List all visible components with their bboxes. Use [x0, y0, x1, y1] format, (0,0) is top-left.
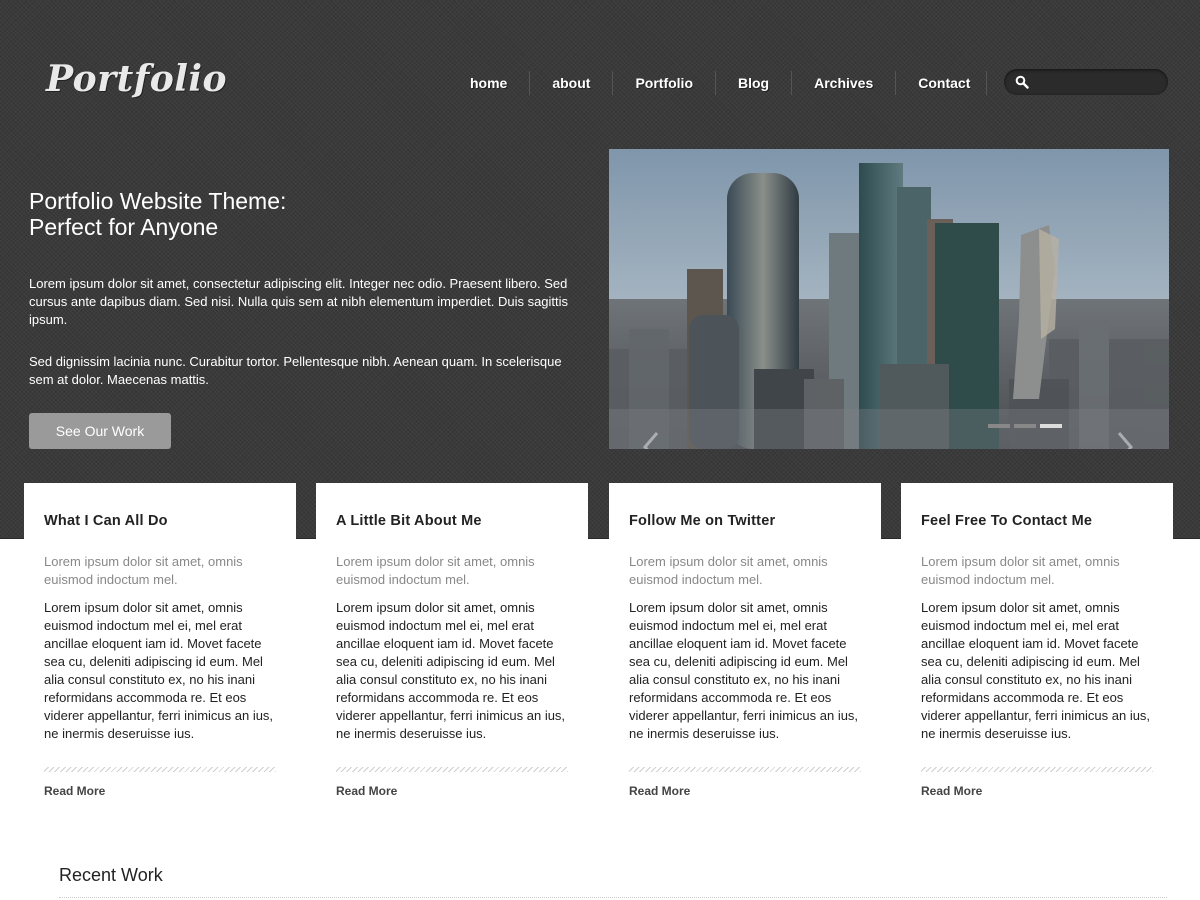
slider-dot-1[interactable] [988, 424, 1010, 428]
slider-pagination [988, 424, 1062, 428]
hero-title-line1: Portfolio Website Theme: [29, 188, 287, 214]
image-slider[interactable] [609, 149, 1169, 449]
card-subtitle: Lorem ipsum dolor sit amet, omnis euismo… [336, 554, 535, 587]
card-title: A Little Bit About Me [336, 513, 482, 529]
nav-item-blog[interactable]: Blog [716, 71, 793, 95]
nav-item-contact[interactable]: Contact [896, 71, 988, 95]
recent-work-divider [59, 897, 1167, 898]
hero-paragraph-1: Lorem ipsum dolor sit amet, consectetur … [29, 276, 569, 327]
slider-dot-3-active[interactable] [1040, 424, 1062, 428]
hero-title: Portfolio Website Theme: Perfect for Any… [29, 188, 569, 240]
feature-card-2: A Little Bit About Me Lorem ipsum dolor … [316, 483, 588, 843]
nav-item-portfolio[interactable]: Portfolio [613, 71, 716, 95]
card-body: Lorem ipsum dolor sit amet, omnis euismo… [44, 600, 274, 741]
card-subtitle: Lorem ipsum dolor sit amet, omnis euismo… [921, 554, 1120, 587]
recent-work-heading: Recent Work [59, 865, 163, 885]
card-title: Feel Free To Contact Me [921, 513, 1093, 529]
search-input[interactable] [1034, 72, 1164, 94]
feature-card-1: What I Can All Do Lorem ipsum dolor sit … [24, 483, 296, 843]
card-title: Follow Me on Twitter [629, 513, 776, 529]
nav-item-home[interactable]: home [448, 71, 531, 95]
nav-item-about[interactable]: about [530, 71, 614, 95]
read-more-link[interactable]: Read More [921, 784, 982, 798]
nav-item-archives[interactable]: Archives [792, 71, 897, 95]
card-body: Lorem ipsum dolor sit amet, omnis euismo… [336, 600, 566, 741]
search-icon [1015, 75, 1029, 89]
card-body: Lorem ipsum dolor sit amet, omnis euismo… [921, 600, 1151, 741]
site-logo[interactable]: Portfolio [46, 58, 227, 100]
card-divider [629, 767, 861, 772]
card-subtitle: Lorem ipsum dolor sit amet, omnis euismo… [44, 554, 243, 587]
slider-image [609, 149, 1169, 449]
hero-paragraph-2: Sed dignissim lacinia nunc. Curabitur to… [29, 354, 562, 387]
feature-card-4: Feel Free To Contact Me Lorem ipsum dolo… [901, 483, 1173, 843]
chevron-right-icon[interactable] [1116, 431, 1134, 449]
card-subtitle: Lorem ipsum dolor sit amet, omnis euismo… [629, 554, 828, 587]
slider-dot-2[interactable] [1014, 424, 1036, 428]
card-title: What I Can All Do [44, 513, 168, 529]
card-divider [921, 767, 1153, 772]
card-body: Lorem ipsum dolor sit amet, omnis euismo… [629, 600, 859, 741]
feature-card-3: Follow Me on Twitter Lorem ipsum dolor s… [609, 483, 881, 843]
read-more-link[interactable]: Read More [336, 784, 397, 798]
hero-title-line2: Perfect for Anyone [29, 214, 219, 240]
chevron-left-icon[interactable] [642, 431, 660, 449]
card-divider [336, 767, 568, 772]
see-our-work-button[interactable]: See Our Work [29, 413, 171, 449]
read-more-link[interactable]: Read More [629, 784, 690, 798]
card-divider [44, 767, 276, 772]
read-more-link[interactable]: Read More [44, 784, 105, 798]
search-box[interactable] [1004, 69, 1168, 95]
main-nav: home about Portfolio Blog Archives Conta… [448, 70, 988, 96]
